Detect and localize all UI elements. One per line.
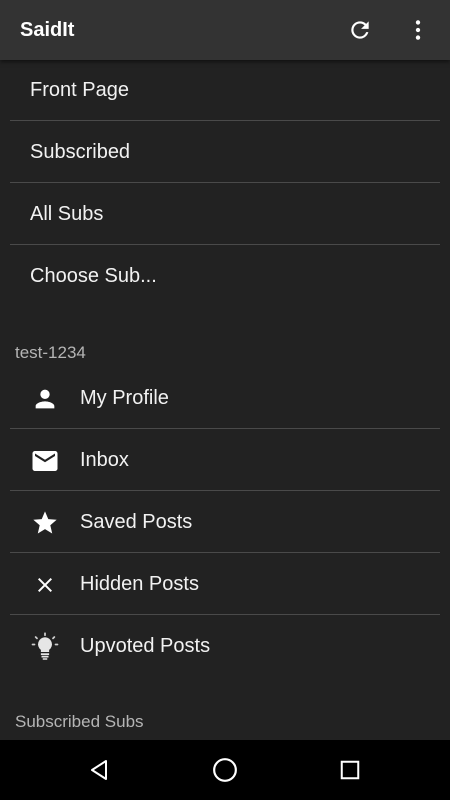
nav-item-label: Inbox (80, 449, 129, 471)
nav-item-front-page[interactable]: Front Page (10, 60, 440, 121)
app-title: SaidIt (20, 19, 75, 41)
app-bar: SaidIt (0, 0, 450, 60)
nav-item-label: Front Page (30, 79, 129, 101)
nav-item-upvoted-posts[interactable]: Upvoted Posts (10, 616, 440, 677)
nav-item-label: Hidden Posts (80, 573, 199, 595)
lightbulb-icon (30, 632, 60, 662)
home-circle-icon (213, 758, 237, 782)
nav-item-label: Choose Sub... (30, 265, 157, 287)
mail-icon (30, 446, 60, 476)
subscribed-subs-header: Subscribed Subs (15, 712, 144, 731)
nav-item-hidden-posts[interactable]: Hidden Posts (10, 554, 440, 615)
more-vert-icon (415, 20, 421, 40)
navigation-drawer-content: Front Page Subscribed All Subs Choose Su… (0, 60, 450, 740)
back-triangle-icon (91, 760, 107, 780)
nav-item-label: Saved Posts (80, 511, 193, 533)
nav-item-choose-sub[interactable]: Choose Sub... (10, 246, 440, 307)
nav-item-saved-posts[interactable]: Saved Posts (10, 492, 440, 553)
star-icon (30, 508, 60, 538)
system-navigation-bar (0, 740, 450, 800)
nav-item-my-profile[interactable]: My Profile (10, 368, 440, 429)
nav-item-label: Subscribed (30, 141, 131, 163)
system-back-button[interactable] (80, 750, 120, 790)
nav-item-subscribed[interactable]: Subscribed (10, 122, 440, 183)
nav-item-label: My Profile (80, 387, 169, 409)
nav-item-label: All Subs (30, 203, 104, 225)
account-section-header: test-1234 (15, 343, 86, 362)
person-icon (30, 384, 60, 414)
close-icon (30, 570, 60, 600)
system-home-button[interactable] (205, 750, 245, 790)
refresh-button[interactable] (338, 8, 382, 52)
refresh-icon (351, 21, 369, 39)
app-screen: SaidIt Front Page Subscribed All Subs Ch… (0, 0, 450, 800)
nav-item-label: Upvoted Posts (80, 635, 211, 657)
nav-item-inbox[interactable]: Inbox (10, 430, 440, 491)
recents-square-icon (340, 760, 360, 780)
nav-item-all-subs[interactable]: All Subs (10, 184, 440, 245)
system-recents-button[interactable] (330, 750, 370, 790)
overflow-menu-button[interactable] (396, 8, 440, 52)
